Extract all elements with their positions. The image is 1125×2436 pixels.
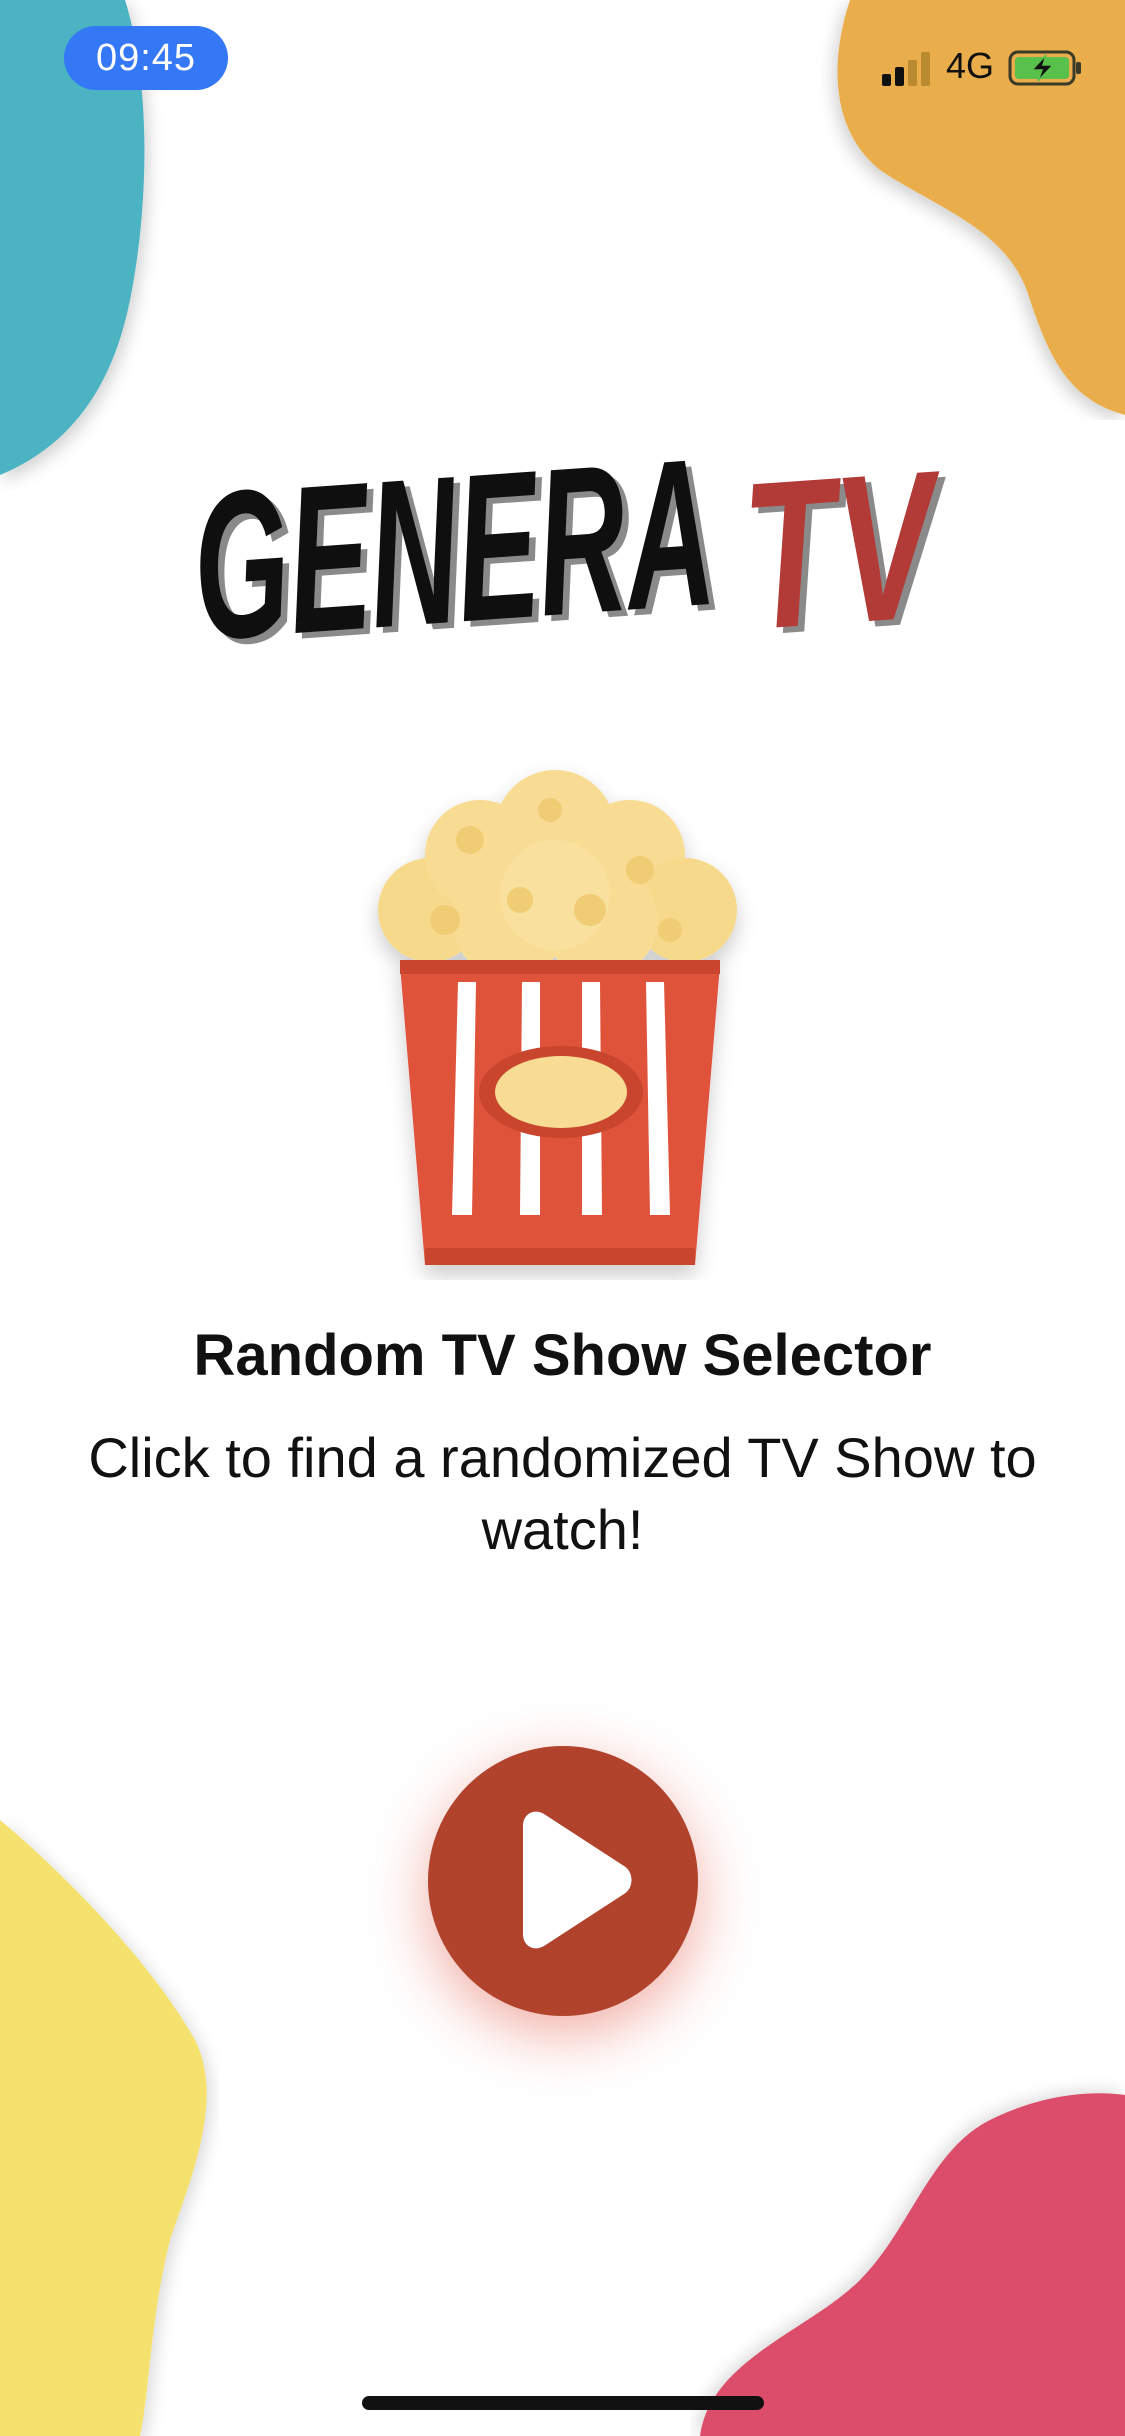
status-bar: 09:45 4G [0,0,1125,130]
page-subtitle: Click to find a randomized TV Show to wa… [88,1426,1037,1561]
home-indicator[interactable] [362,2396,764,2410]
yellow-corner-blob [0,1820,207,2436]
generatv-logo: GENERA GENERA TV TV [186,440,950,670]
logo-text-genera: GENERA [186,440,721,670]
logo-text-tv: TV [736,440,950,670]
play-icon [523,1811,632,1949]
page-title: Random TV Show Selector [193,1323,932,1388]
network-type: 4G [946,45,995,86]
play-button[interactable] [428,1746,698,2016]
cellular-signal-icon [882,52,930,86]
battery-charging-icon [1008,50,1081,86]
pink-corner-blob [700,2093,1125,2436]
status-time: 09:45 [64,26,228,90]
popcorn-icon [378,770,737,1265]
